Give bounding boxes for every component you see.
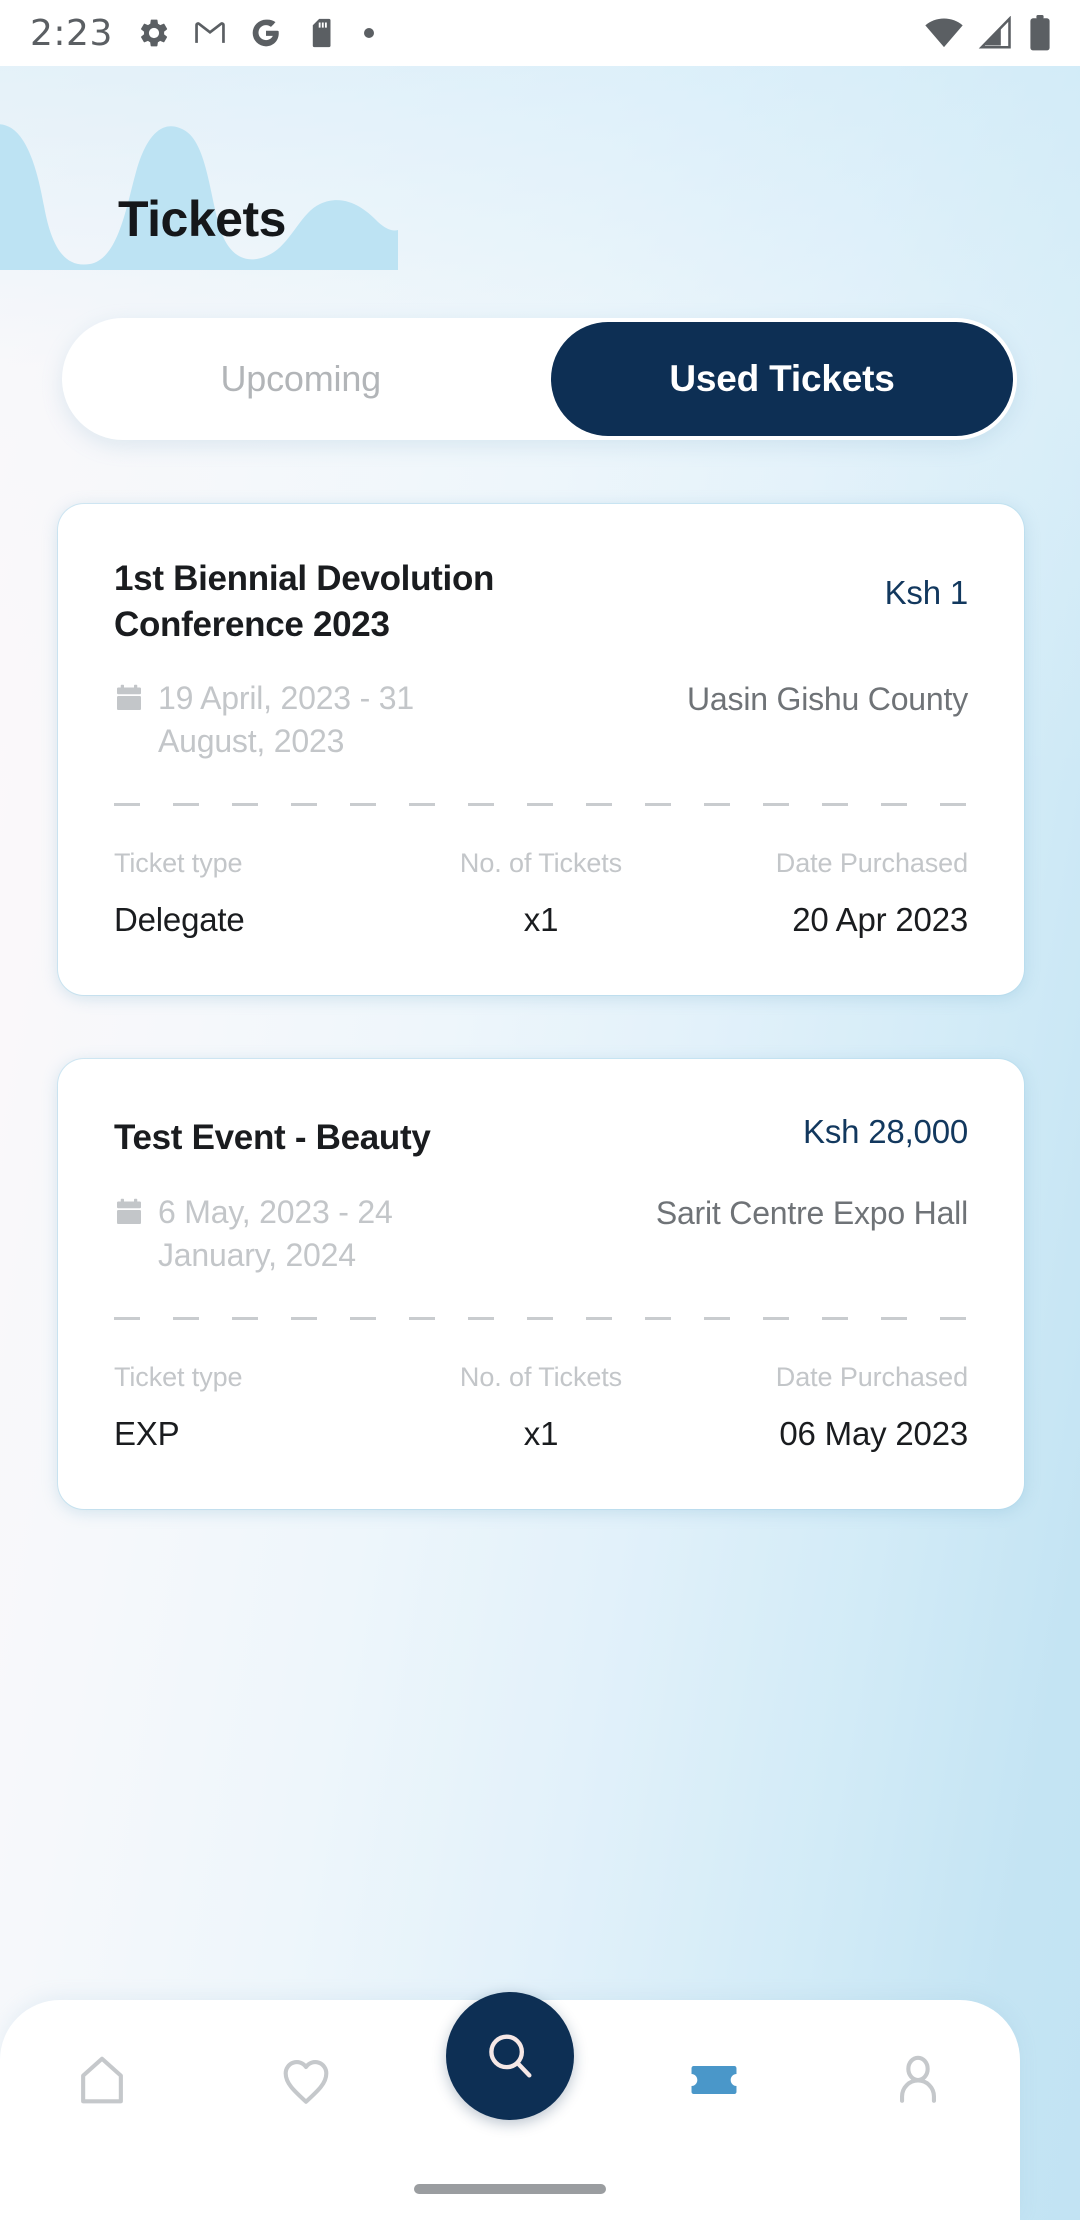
search-fab-button[interactable]: [446, 1992, 574, 2120]
ticket-venue: Uasin Gishu County: [687, 681, 968, 717]
status-bar-time: 2:23: [30, 12, 113, 54]
ticket-card[interactable]: Test Event - Beauty Ksh 28,000 6 May, 20…: [58, 1059, 1024, 1510]
ticket-tabs: Upcoming Used Tickets: [62, 318, 1017, 440]
search-icon: [489, 2034, 532, 2078]
ticket-title: 1st Biennial Devolution Conference 2023: [114, 559, 495, 644]
ticket-venue: Sarit Centre Expo Hall: [655, 1194, 968, 1231]
ticket-list: 1st Biennial Devolution Conference 2023 …: [0, 504, 1080, 1573]
page-title: Tickets: [118, 191, 286, 247]
nav-item-search[interactable]: [408, 1992, 612, 2160]
page-header: Tickets: [0, 66, 1080, 326]
ticket-purchase-date-value: 06 May 2023: [779, 1415, 969, 1453]
ticket-type-label: Ticket type: [114, 848, 243, 879]
wifi-icon: [925, 18, 963, 48]
ticket-purchase-date-column: Date Purchased 20 Apr 2023: [683, 848, 968, 939]
profile-icon: [899, 2055, 937, 2103]
nav-item-profile[interactable]: [816, 2000, 1020, 2160]
heart-icon: [283, 2060, 329, 2104]
ticket-card-header: 1st Biennial Devolution Conference 2023 …: [114, 556, 968, 647]
calendar-icon: [117, 684, 141, 710]
ticket-date-range: 19 April, 2023 - 31 August, 2023: [158, 680, 414, 760]
ticket-date-block: 6 May, 2023 - 24 January, 2024: [114, 1191, 514, 1277]
ticket-type-column: Ticket type EXP: [114, 1362, 399, 1453]
tab-upcoming[interactable]: Upcoming: [62, 318, 540, 440]
ticket-date-block: 19 April, 2023 - 31 August, 2023: [114, 677, 514, 763]
ticket-type-value: Delegate: [114, 901, 245, 939]
nav-item-favourites[interactable]: [204, 2000, 408, 2160]
ticket-price: Ksh 1: [884, 574, 969, 611]
status-bar-notification-icons: [137, 16, 377, 50]
google-icon: [252, 19, 279, 47]
calendar-icon: [117, 1198, 141, 1224]
ticket-price: Ksh 28,000: [803, 1113, 968, 1151]
ticket-purchase-date-value: 20 Apr 2023: [792, 901, 969, 939]
ticket-count-label: No. of Tickets: [459, 848, 623, 879]
ticket-icon: [691, 2065, 737, 2095]
status-bar-system-icons: [924, 15, 1052, 51]
ticket-type-value: EXP: [114, 1415, 180, 1453]
ticket-detail-row: Ticket type Delegate No. of Tickets x1 D…: [114, 848, 968, 939]
ticket-type-label: Ticket type: [114, 1362, 243, 1393]
home-icon: [81, 2056, 123, 2104]
ticket-card-meta: 6 May, 2023 - 24 January, 2024 Sarit Cen…: [114, 1191, 968, 1277]
home-indicator: [414, 2184, 606, 2194]
bottom-nav-items: [0, 1992, 1020, 2160]
ticket-count-column: No. of Tickets x1: [399, 1362, 684, 1453]
ticket-count-label: No. of Tickets: [459, 1362, 623, 1393]
ticket-purchase-date-column: Date Purchased 06 May 2023: [683, 1362, 968, 1453]
ticket-type-column: Ticket type Delegate: [114, 848, 399, 939]
ticket-card-meta: 19 April, 2023 - 31 August, 2023 Uasin G…: [114, 677, 968, 763]
gear-icon: [140, 19, 167, 47]
tab-used-tickets[interactable]: Used Tickets: [551, 322, 1013, 436]
battery-icon: [1030, 15, 1050, 51]
ticket-card-divider: [114, 803, 968, 807]
ticket-purchase-date-label: Date Purchased: [775, 848, 969, 879]
ticket-purchase-date-label: Date Purchased: [775, 1362, 969, 1393]
nav-item-tickets[interactable]: [612, 2000, 816, 2160]
bottom-navigation-bar: [0, 1992, 1020, 2220]
gmail-icon: [195, 22, 225, 43]
ticket-title: Test Event - Beauty: [114, 1118, 431, 1158]
ticket-card[interactable]: 1st Biennial Devolution Conference 2023 …: [58, 504, 1024, 996]
ticket-count-column: No. of Tickets x1: [399, 848, 684, 939]
dot-icon: [363, 28, 374, 38]
status-bar: 2:23: [0, 0, 1080, 66]
ticket-count-value: x1: [523, 901, 559, 939]
sdcard-icon: [312, 18, 331, 48]
ticket-date-range: 6 May, 2023 - 24 January, 2024: [158, 1193, 393, 1274]
ticket-count-value: x1: [523, 1415, 559, 1453]
signal-icon: [978, 16, 1011, 49]
ticket-card-header: Test Event - Beauty Ksh 28,000: [114, 1111, 968, 1161]
nav-item-home[interactable]: [0, 2000, 204, 2160]
ticket-card-divider: [114, 1317, 968, 1321]
ticket-detail-row: Ticket type EXP No. of Tickets x1 Date P…: [114, 1362, 968, 1453]
